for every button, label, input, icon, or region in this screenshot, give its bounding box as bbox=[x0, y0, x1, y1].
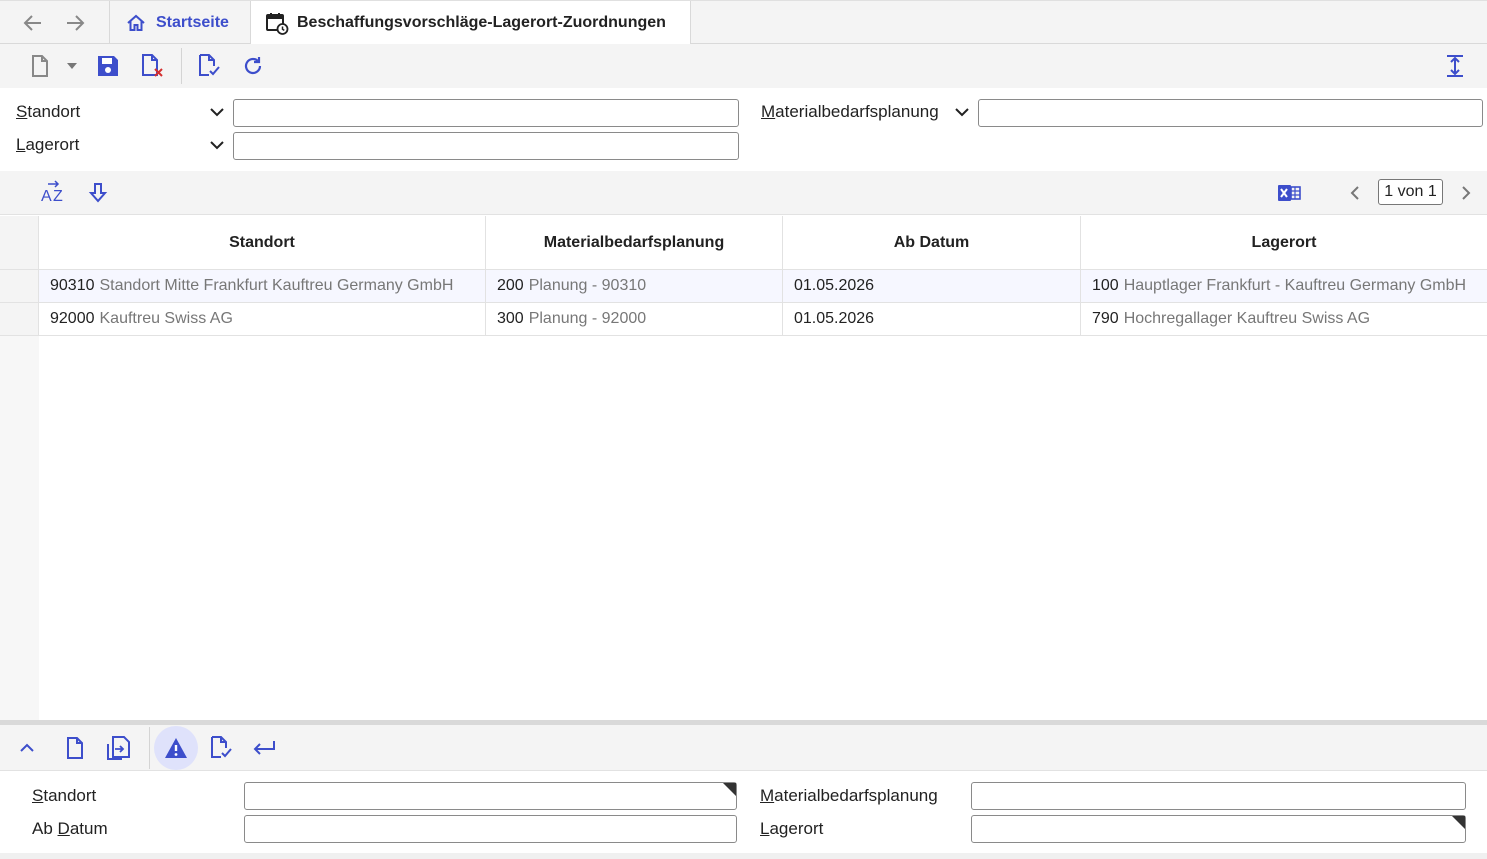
excel-icon bbox=[1278, 185, 1301, 201]
svg-text:Z: Z bbox=[53, 188, 63, 205]
filter-lagerort-input[interactable] bbox=[233, 132, 739, 160]
detail-ab-datum-input[interactable] bbox=[244, 815, 737, 843]
tab-active-label: Beschaffungsvorschläge-Lagerort-Zuordnun… bbox=[297, 13, 666, 31]
detail-standort-label: Standort bbox=[32, 786, 97, 805]
chevron-down-icon[interactable] bbox=[208, 136, 226, 154]
save-button[interactable] bbox=[95, 53, 121, 79]
detail-validate-button[interactable] bbox=[208, 735, 234, 761]
warning-icon bbox=[165, 738, 187, 758]
tab-bar: Startseite Beschaffungsvorschläge-Lagero… bbox=[0, 0, 1487, 45]
detail-warning-button[interactable] bbox=[154, 726, 198, 770]
table-cell-standort[interactable]: 90310 Standort Mitte Frankfurt Kauftreu G… bbox=[39, 270, 486, 303]
collapse-button[interactable] bbox=[14, 735, 40, 761]
detail-toolbar bbox=[0, 725, 1487, 771]
tab-startseite[interactable]: Startseite bbox=[109, 1, 251, 45]
detail-return-button[interactable] bbox=[251, 735, 277, 761]
filter-lagerort-label: Lagerort bbox=[16, 135, 80, 154]
detail-lagerort-label: Lagerort bbox=[760, 819, 824, 838]
validate-button[interactable] bbox=[196, 53, 222, 79]
next-page-icon bbox=[1462, 186, 1471, 200]
new-dropdown-button[interactable] bbox=[61, 53, 83, 79]
row-selector-column bbox=[0, 336, 39, 720]
expand-vertical-icon bbox=[1447, 55, 1463, 77]
return-icon bbox=[253, 741, 275, 755]
prev-page-icon bbox=[1350, 186, 1359, 200]
toolbar-divider bbox=[149, 727, 150, 769]
page-indicator[interactable]: 1 von 1 bbox=[1378, 179, 1443, 205]
collapse-icon bbox=[20, 743, 34, 752]
filter-mat-label: Materialbedarfsplanung bbox=[761, 102, 939, 121]
row-selector-header bbox=[0, 216, 39, 270]
new-document-icon bbox=[67, 737, 83, 759]
filter-standort-input[interactable] bbox=[233, 99, 739, 127]
arrow-left-icon bbox=[23, 15, 41, 31]
filter-standort-label: Standort bbox=[16, 102, 81, 121]
detail-new-button[interactable] bbox=[62, 735, 88, 761]
chevron-down-icon[interactable] bbox=[208, 103, 226, 121]
detail-standort-input[interactable] bbox=[244, 782, 737, 810]
column-header-ab-datum[interactable]: Ab Datum bbox=[783, 216, 1081, 270]
column-header-lagerort[interactable]: Lagerort bbox=[1081, 216, 1487, 270]
save-icon bbox=[98, 56, 118, 76]
svg-text:A: A bbox=[41, 188, 52, 205]
row-selector[interactable] bbox=[0, 303, 39, 336]
detail-copy-button[interactable] bbox=[106, 735, 132, 761]
table-cell-materialbedarfsplanung[interactable]: 300 Planung - 92000 bbox=[486, 303, 783, 336]
tab-active[interactable]: Beschaffungsvorschläge-Lagerort-Zuordnun… bbox=[250, 1, 691, 45]
tab-startseite-label: Startseite bbox=[156, 14, 229, 31]
table-cell-lagerort[interactable]: 790 Hochregallager Kauftreu Swiss AG bbox=[1081, 303, 1487, 336]
delete-button[interactable] bbox=[139, 53, 165, 79]
detail-lagerort-input[interactable] bbox=[971, 815, 1466, 843]
toolbar-divider bbox=[181, 48, 182, 84]
detail-mat-input[interactable] bbox=[971, 782, 1466, 810]
bottom-strip bbox=[0, 853, 1487, 859]
expand-vertical-button[interactable] bbox=[1442, 53, 1468, 79]
sort-down-icon bbox=[88, 183, 108, 203]
column-header-materialbedarfsplanung[interactable]: Materialbedarfsplanung bbox=[486, 216, 783, 270]
prev-page-button[interactable] bbox=[1342, 180, 1368, 206]
arrow-right-icon bbox=[67, 15, 85, 31]
delete-document-icon bbox=[142, 54, 163, 77]
refresh-icon bbox=[244, 57, 262, 75]
refresh-button[interactable] bbox=[240, 53, 266, 79]
validate-document-icon bbox=[199, 54, 220, 76]
table-cell-materialbedarfsplanung[interactable]: 200 Planung - 90310 bbox=[486, 270, 783, 303]
detail-mat-label: Materialbedarfsplanung bbox=[760, 786, 938, 805]
forward-button[interactable] bbox=[62, 10, 88, 36]
new-document-icon bbox=[32, 55, 48, 77]
main-toolbar bbox=[0, 44, 1487, 88]
copy-icon bbox=[107, 736, 130, 760]
validate-document-icon bbox=[211, 736, 232, 758]
excel-export-button[interactable] bbox=[1276, 180, 1302, 206]
filter-mat-input[interactable] bbox=[978, 99, 1483, 127]
table-cell-ab-datum[interactable]: 01.05.2026 bbox=[783, 270, 1081, 303]
next-page-button[interactable] bbox=[1453, 180, 1479, 206]
calendar-clock-icon bbox=[266, 12, 289, 35]
dropdown-caret-icon bbox=[67, 63, 77, 69]
sort-down-button[interactable] bbox=[85, 180, 111, 206]
table-cell-ab-datum[interactable]: 01.05.2026 bbox=[783, 303, 1081, 336]
sort-az-icon: A Z bbox=[41, 180, 63, 205]
new-button[interactable] bbox=[27, 53, 53, 79]
row-selector[interactable] bbox=[0, 270, 39, 303]
table-cell-lagerort[interactable]: 100 Hauptlager Frankfurt - Kauftreu Germa… bbox=[1081, 270, 1487, 303]
home-icon bbox=[127, 14, 145, 31]
grid-toolbar: A Z 1 von 1 bbox=[0, 171, 1487, 215]
chevron-down-icon[interactable] bbox=[953, 103, 971, 121]
table-cell-standort[interactable]: 92000 Kauftreu Swiss AG bbox=[39, 303, 486, 336]
back-button[interactable] bbox=[20, 10, 46, 36]
column-header-standort[interactable]: Standort bbox=[39, 216, 486, 270]
detail-ab-datum-label: Ab Datum bbox=[32, 819, 108, 838]
sort-az-button[interactable]: A Z bbox=[40, 180, 66, 206]
